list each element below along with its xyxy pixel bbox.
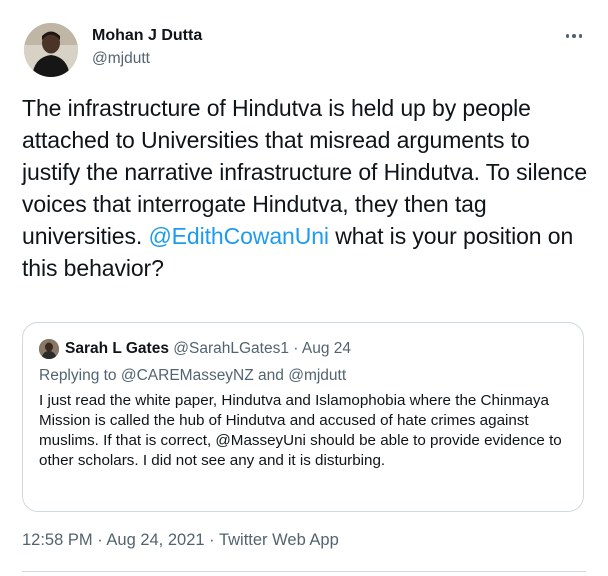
quoted-header: Sarah L Gates @SarahLGates1 · Aug 24 [65,340,351,358]
quoted-date: Aug 24 [301,340,352,357]
quoted-author-avatar [39,339,59,359]
tweet-date[interactable]: Aug 24, 2021 [106,531,204,549]
tweet-mention-link[interactable]: @EdithCowanUni [148,223,329,249]
quoted-author-name: Sarah L Gates [65,340,169,357]
tweet-meta: 12:58 PM · Aug 24, 2021 · Twitter Web Ap… [22,531,339,550]
tweet: Mohan J Dutta @mjdutt The infrastructure… [0,0,608,576]
author-handle[interactable]: @mjdutt [92,50,150,68]
quoted-tweet[interactable]: Sarah L Gates @SarahLGates1 · Aug 24 Rep… [22,322,584,512]
quoted-tweet-text: I just read the white paper, Hindutva an… [39,392,562,469]
quoted-author-handle: @SarahLGates1 [173,340,289,357]
more-dots-icon[interactable] [560,26,588,46]
author-avatar[interactable] [24,23,78,77]
meta-separator: · [92,531,107,549]
divider [22,571,586,572]
meta-separator: · [204,531,219,549]
replying-mention-caremasseynz: @CAREMasseyNZ [120,367,254,384]
quoted-replying-to: Replying to @CAREMasseyNZ and @mjdutt [39,367,346,385]
tweet-source-app[interactable]: Twitter Web App [219,531,339,549]
tweet-time[interactable]: 12:58 PM [22,531,93,549]
quoted-separator: · [288,340,302,357]
replying-mention-mjdutt: @mjdutt [288,367,347,384]
replying-prefix: Replying to [39,367,121,384]
tweet-text: The infrastructure of Hindutva is held u… [22,92,592,284]
author-name[interactable]: Mohan J Dutta [92,27,202,45]
replying-and: and [253,367,289,384]
